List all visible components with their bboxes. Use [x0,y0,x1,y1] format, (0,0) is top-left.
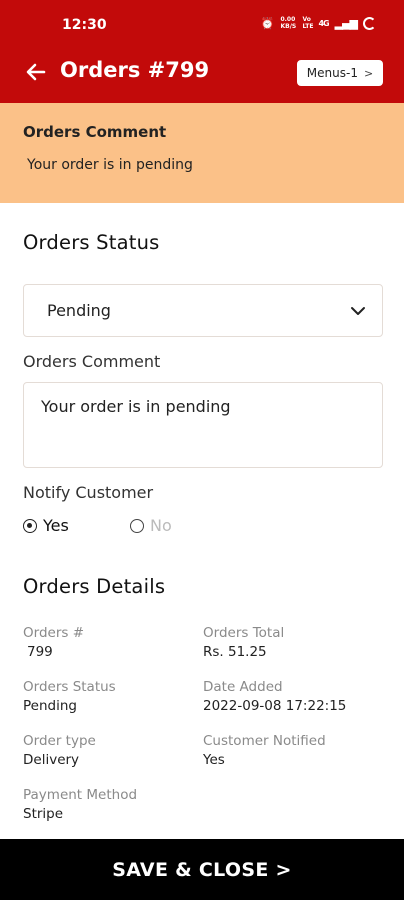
comment-textarea-value: Your order is in pending [41,397,231,416]
system-status-bar: 12:30 ⏰ 0.00 KB/S Vo LTE 4G ▂▄▆ [0,0,404,50]
volte-icon: Vo LTE [302,16,314,30]
detail-value-date-added: 2022-09-08 17:22:15 [203,698,347,714]
data-speed-indicator: 0.00 KB/S [280,16,297,30]
detail-value-order-type: Delivery [23,752,80,768]
status-dropdown[interactable]: Pending [23,284,383,337]
comment-banner: Orders Comment Your order is in pending [0,103,404,203]
detail-label-order-type: Order type [23,733,96,749]
notify-no-label: No [150,516,172,535]
signal-icon: 4G [318,18,329,28]
orders-details-title: Orders Details [23,575,166,598]
detail-label-order-number: Orders # [23,625,85,641]
battery-icon [363,16,376,30]
status-dropdown-value: Pending [47,301,111,320]
comment-field-label: Orders Comment [23,352,161,371]
signal-strength-icon: ▂▄▆ [334,16,358,30]
chevron-right-icon: > [363,66,374,80]
clock: 12:30 [62,17,107,33]
save-close-button[interactable]: SAVE & CLOSE > [0,839,404,900]
menus-button[interactable]: Menus-1 > [297,60,383,86]
detail-value-order-number: 799 [27,644,53,660]
detail-label-date-added: Date Added [203,679,283,695]
back-arrow-icon[interactable] [24,60,48,84]
detail-value-order-total: Rs. 51.25 [203,644,267,660]
comment-banner-heading: Orders Comment [23,123,167,141]
chevron-down-icon [351,307,365,315]
notify-yes-label: Yes [43,516,69,535]
notify-yes-radio[interactable]: Yes [23,516,69,535]
detail-label-order-total: Orders Total [203,625,285,641]
orders-status-title: Orders Status [23,231,160,254]
comment-textarea[interactable]: Your order is in pending [23,382,383,468]
save-close-label: SAVE & CLOSE > [112,858,292,881]
radio-selected-icon [23,518,37,533]
page-title: Orders #799 [60,58,210,82]
alarm-icon: ⏰ [260,16,275,30]
comment-banner-text: Your order is in pending [27,157,193,173]
radio-unselected-icon [130,518,144,533]
detail-label-payment-method: Payment Method [23,787,138,803]
app-header: 12:30 ⏰ 0.00 KB/S Vo LTE 4G ▂▄▆ Orders #… [0,0,404,103]
menus-button-label: Menus-1 [306,66,358,80]
system-icons: ⏰ 0.00 KB/S Vo LTE 4G ▂▄▆ [261,16,376,30]
notify-customer-label: Notify Customer [23,483,154,502]
detail-value-payment-method: Stripe [23,806,64,822]
detail-label-customer-notified: Customer Notified [203,733,326,749]
detail-label-order-status: Orders Status [23,679,116,695]
detail-value-order-status: Pending [23,698,77,714]
notify-no-radio[interactable]: No [130,516,172,535]
detail-value-customer-notified: Yes [203,752,225,768]
